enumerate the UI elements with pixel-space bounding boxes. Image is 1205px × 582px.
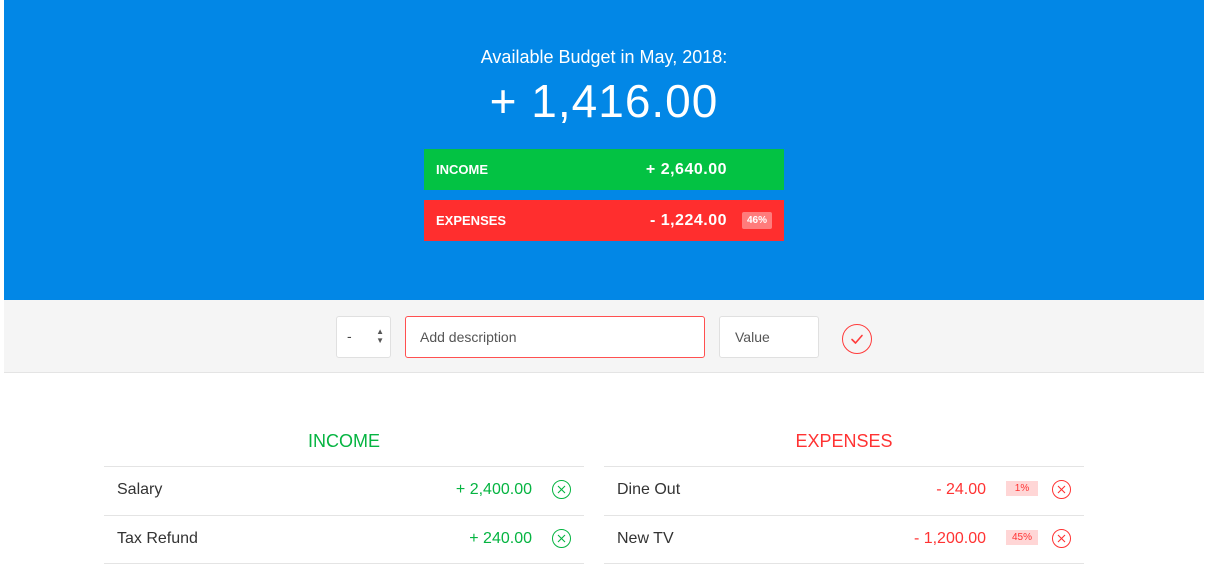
income-item: Salary + 2,400.00 [104, 466, 584, 515]
add-item-button[interactable] [842, 324, 872, 354]
expense-item: New TV - 1,200.00 45% [604, 515, 1084, 564]
income-list-title: INCOME [308, 431, 380, 451]
income-item-description: Salary [117, 481, 163, 498]
delete-item-button[interactable] [1052, 480, 1071, 499]
expense-item-value: - 24.00 [936, 481, 986, 498]
close-icon [1057, 485, 1066, 494]
check-icon [851, 334, 863, 344]
expense-item-description: New TV [617, 530, 674, 547]
description-input[interactable] [405, 316, 705, 358]
budget-title: Available Budget in May, 2018: [480, 47, 728, 67]
budget-value: + 1,416.00 [489, 75, 719, 127]
income-summary-value: + 2,640.00 [645, 160, 727, 178]
income-item-description: Tax Refund [117, 530, 198, 547]
select-arrows-icon: ▲ ▼ [376, 327, 384, 345]
expenses-summary-label: EXPENSES [436, 213, 507, 228]
expense-item: Dine Out - 24.00 1% [604, 466, 1084, 515]
income-item-value: + 240.00 [469, 530, 532, 547]
income-item: Tax Refund + 240.00 [104, 515, 584, 564]
value-input[interactable] [719, 316, 819, 358]
delete-item-button[interactable] [552, 529, 571, 548]
expense-item-description: Dine Out [617, 481, 681, 498]
expenses-list: Dine Out - 24.00 1% New TV - 1,200.00 45… [604, 466, 1084, 564]
type-select[interactable]: - ▲ ▼ [336, 316, 391, 358]
close-icon [1057, 534, 1066, 543]
income-summary: INCOME + 2,640.00 [424, 149, 784, 190]
income-summary-label: INCOME [436, 162, 488, 177]
expense-item-percentage: 1% [1006, 481, 1038, 496]
income-list: Salary + 2,400.00 Tax Refund + 240.00 [104, 466, 584, 564]
close-icon [557, 485, 566, 494]
expenses-summary: EXPENSES - 1,224.00 46% [424, 200, 784, 241]
income-item-value: + 2,400.00 [455, 481, 532, 498]
close-icon [557, 534, 566, 543]
expenses-summary-value: - 1,224.00 [649, 211, 727, 229]
expenses-list-title: EXPENSES [795, 431, 893, 451]
type-select-value: - [347, 328, 352, 344]
expense-item-percentage: 45% [1006, 530, 1038, 545]
budget-header: Available Budget in May, 2018: + 1,416.0… [4, 0, 1204, 300]
expenses-percentage-badge: 46% [741, 212, 772, 229]
delete-item-button[interactable] [552, 480, 571, 499]
add-item-bar: - ▲ ▼ [4, 300, 1204, 373]
expense-item-value: - 1,200.00 [913, 530, 986, 547]
delete-item-button[interactable] [1052, 529, 1071, 548]
